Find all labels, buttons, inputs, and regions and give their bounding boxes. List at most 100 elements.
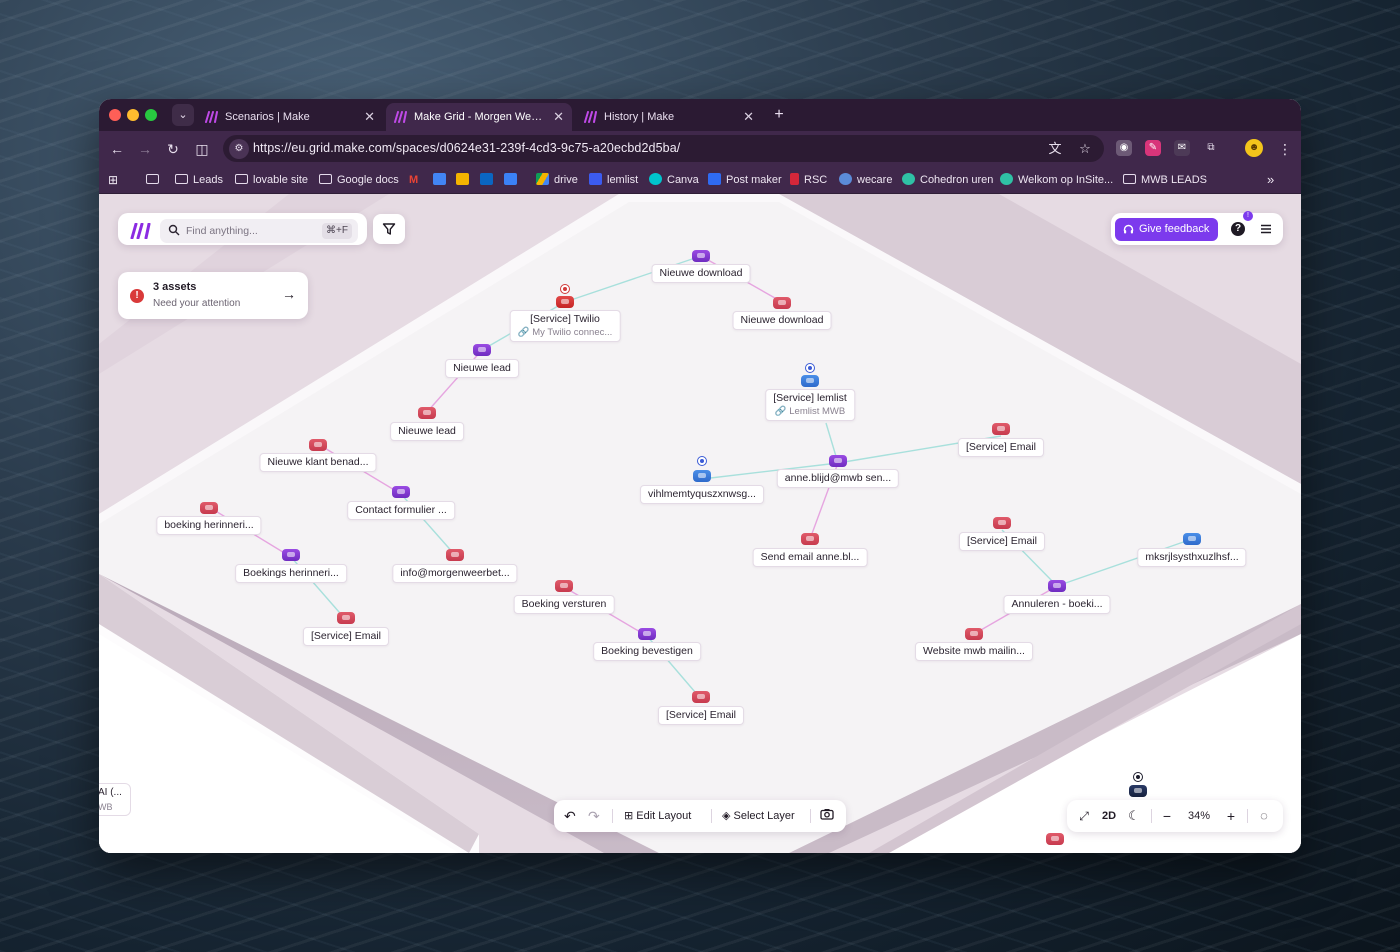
webhook-trigger-icon: [282, 549, 300, 561]
bookmark-wecare[interactable]: wecare: [839, 171, 892, 189]
email-service-icon: [692, 691, 710, 703]
tab-scenarios[interactable]: Scenarios | Make ✕: [197, 103, 383, 131]
lasso-icon[interactable]: ◌: [1255, 800, 1273, 832]
zoom-out-icon[interactable]: −: [1159, 800, 1175, 832]
bookmark-lemlist[interactable]: lemlist: [589, 171, 638, 189]
search-input[interactable]: Find anything... ⌘+F: [160, 219, 358, 243]
webhook-trigger-icon: [473, 344, 491, 356]
back-icon[interactable]: ←: [107, 139, 127, 159]
bookmark-label: lovable site: [253, 174, 309, 186]
bookmark-label: Leads: [193, 174, 223, 186]
camera-extension-icon[interactable]: ◉: [1116, 140, 1132, 156]
divider: [1247, 809, 1248, 823]
lemlist-service-icon: [801, 375, 819, 387]
gmail-icon[interactable]: M: [409, 171, 418, 189]
maximize-window-button[interactable]: [145, 109, 157, 121]
minimize-window-button[interactable]: [127, 109, 139, 121]
browser-menu-icon[interactable]: ⋮: [1275, 139, 1295, 159]
node-label: Nieuwe klant benad...: [259, 453, 377, 472]
zoom-in-icon[interactable]: +: [1223, 800, 1239, 832]
meet-icon[interactable]: [456, 171, 474, 189]
give-feedback-button[interactable]: Give feedback: [1115, 218, 1218, 241]
mail-app-icon[interactable]: [504, 171, 522, 189]
divider: [810, 809, 811, 823]
fullscreen-icon[interactable]: ⤢: [1075, 800, 1093, 832]
divider: [711, 809, 712, 823]
select-layer-button[interactable]: ◈ Select Layer: [722, 800, 795, 832]
extensions-puzzle-icon[interactable]: ⧉: [1203, 140, 1219, 156]
redo-icon[interactable]: ↷: [588, 800, 600, 832]
warning-icon: !: [130, 289, 144, 303]
node-label: boeking herinneri...: [156, 516, 262, 535]
hamburger-menu-icon[interactable]: [1259, 222, 1273, 236]
webhook-trigger-icon: [829, 455, 847, 467]
mail-extension-icon[interactable]: ✉: [1174, 140, 1190, 156]
close-tab-icon[interactable]: ✕: [743, 103, 754, 131]
zoom-level[interactable]: 34%: [1181, 800, 1217, 832]
top-right-actions: Give feedback ? !: [1111, 211, 1283, 245]
scenario-icon: [555, 580, 573, 592]
bookmark-label: Google docs: [337, 174, 399, 186]
filter-button[interactable]: [373, 214, 405, 244]
bookmark-post-maker[interactable]: Post maker: [708, 171, 782, 189]
bookmark-drive[interactable]: drive: [536, 171, 578, 189]
apps-grid-icon[interactable]: ⊞: [108, 171, 118, 189]
webhook-trigger-icon: [638, 628, 656, 640]
bookmark-cohedron-uren[interactable]: Cohedron uren: [902, 171, 993, 189]
node-partial-left[interactable]: AI (... WB: [99, 783, 131, 816]
reload-icon[interactable]: ↻: [163, 139, 183, 159]
webhook-icon: [1183, 533, 1201, 545]
bookmark-label: wecare: [857, 174, 893, 186]
close-tab-icon[interactable]: ✕: [364, 103, 375, 131]
new-tab-button[interactable]: +: [767, 103, 791, 127]
tab-make-grid[interactable]: Make Grid - Morgen Weer Be ✕: [386, 103, 572, 131]
close-window-button[interactable]: [109, 109, 121, 121]
search-placeholder: Find anything...: [186, 225, 258, 237]
folder-icon: [1123, 174, 1136, 184]
bookmark-label: Cohedron uren: [920, 174, 994, 186]
bookmark-folder[interactable]: [146, 171, 164, 189]
bookmark-star-icon[interactable]: ☆: [1075, 139, 1095, 159]
bookmark-welkom-insite[interactable]: Welkom op InSite...: [1000, 171, 1113, 189]
bookmark-rsc[interactable]: RSC: [790, 171, 827, 189]
bookmark-label: MWB LEADS: [1141, 174, 1208, 186]
email-service-icon: [992, 423, 1010, 435]
email-service-icon: [993, 517, 1011, 529]
assets-attention-card[interactable]: ! 3 assets Need your attention →: [118, 272, 308, 319]
more-bookmarks-icon[interactable]: »: [1267, 171, 1274, 189]
bookmark-canva[interactable]: Canva: [649, 171, 699, 189]
calendar-icon[interactable]: [433, 171, 451, 189]
tab-history[interactable]: History | Make ✕: [576, 103, 762, 131]
url-text[interactable]: https://eu.grid.make.com/spaces/d0624e31…: [253, 135, 680, 162]
split-view-icon[interactable]: ◫: [192, 139, 212, 159]
bookmark-label: Post maker: [726, 174, 782, 186]
bookmark-lovable-site[interactable]: lovable site: [235, 171, 308, 189]
address-bar[interactable]: ⚙ https://eu.grid.make.com/spaces/d0624e…: [223, 135, 1104, 162]
scenario-icon: [309, 439, 327, 451]
undo-icon[interactable]: ↶: [564, 800, 576, 832]
scenario-icon: [200, 502, 218, 514]
divider: [1151, 809, 1152, 823]
site-settings-icon[interactable]: ⚙: [229, 139, 249, 159]
forward-icon[interactable]: →: [135, 139, 155, 159]
bookmark-mwb-leads[interactable]: MWB LEADS: [1123, 171, 1207, 189]
pink-extension-icon[interactable]: ✎: [1145, 140, 1161, 156]
profile-avatar[interactable]: ☻: [1245, 139, 1263, 157]
bookmark-leads[interactable]: Leads: [175, 171, 223, 189]
tab-search-chevron-icon[interactable]: ⌄: [172, 104, 194, 126]
service-ring-icon: [805, 363, 815, 373]
translate-icon[interactable]: 文: [1045, 139, 1065, 159]
drive-icon: [536, 173, 549, 185]
node-label: [Service] lemlist 🔗 Lemlist MWB: [765, 389, 855, 421]
dark-mode-moon-icon[interactable]: ☾: [1125, 800, 1143, 832]
bookmark-google-docs[interactable]: Google docs: [319, 171, 399, 189]
screenshot-button[interactable]: [820, 800, 834, 832]
service-ring-icon: [697, 456, 707, 466]
view-mode-toggle[interactable]: 2D: [1099, 800, 1119, 832]
edit-layout-button[interactable]: ⊞ Edit Layout: [624, 800, 691, 832]
select-layer-label: Select Layer: [733, 810, 795, 822]
close-tab-icon[interactable]: ✕: [553, 103, 564, 131]
help-icon[interactable]: ?: [1231, 222, 1245, 236]
linkedin-icon[interactable]: [480, 171, 498, 189]
grid-canvas[interactable]: Find anything... ⌘+F ! 3 assets Need you…: [99, 194, 1301, 853]
